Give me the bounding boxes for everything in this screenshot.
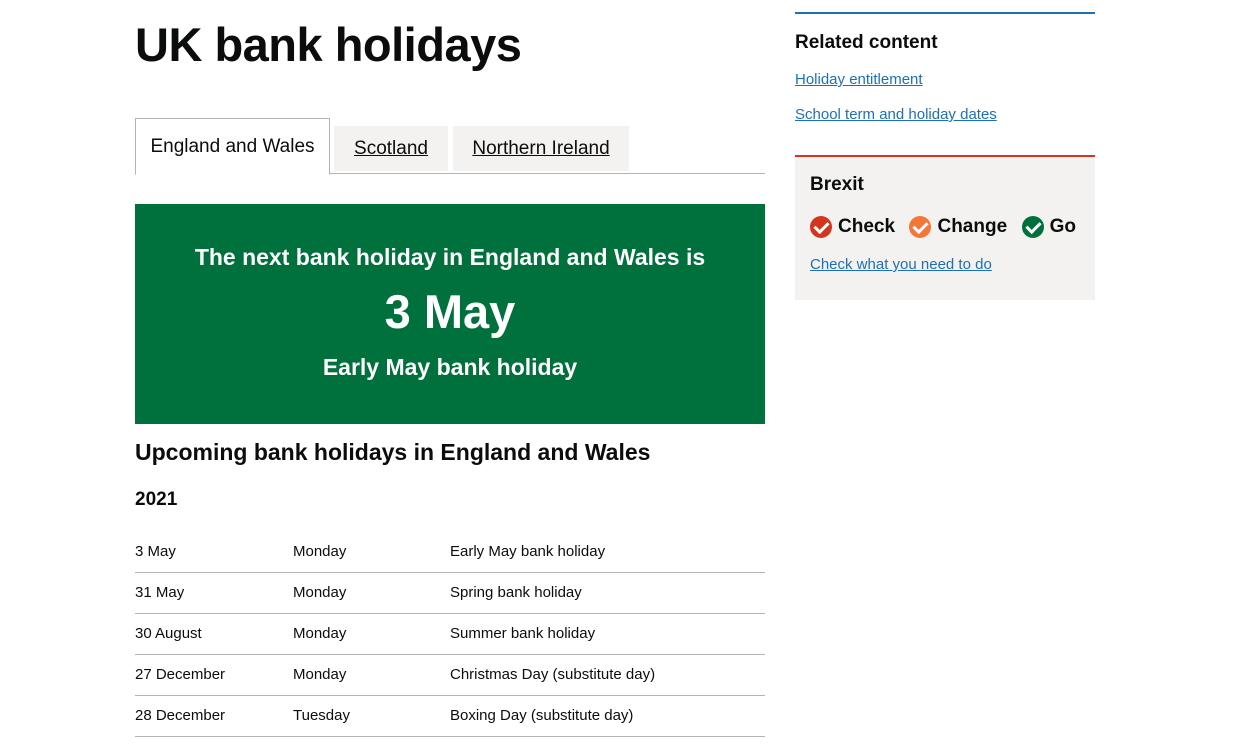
holiday-day: Monday — [293, 625, 347, 642]
slogan-change: Change — [909, 214, 1007, 240]
slogan-word: Change — [937, 216, 1008, 237]
tab-northern-ireland[interactable]: Northern Ireland — [453, 126, 629, 171]
next-holiday-panel: The next bank holiday in England and Wal… — [135, 204, 765, 424]
holiday-name: Spring bank holiday — [450, 584, 582, 601]
next-holiday-name: Early May bank holiday — [322, 354, 578, 380]
holiday-name: Boxing Day (substitute day) — [450, 707, 634, 724]
holiday-table: 3 May Monday Early May bank holiday 31 M… — [135, 532, 765, 737]
table-row: 28 December Tuesday Boxing Day (substitu… — [135, 696, 765, 737]
related-content: Related content Holiday entitlement Scho… — [795, 12, 1095, 142]
related-link-school-term-dates[interactable]: School term and holiday dates — [795, 105, 997, 125]
holiday-date: 28 December — [135, 707, 226, 724]
holiday-name: Early May bank holiday — [450, 543, 606, 560]
brexit-check-link[interactable]: Check what you need to do — [810, 255, 992, 275]
brexit-title: Brexit — [810, 174, 864, 195]
table-row: 30 August Monday Summer bank holiday — [135, 614, 765, 655]
holiday-date: 30 August — [135, 625, 202, 642]
brexit-slogan: Check Change Go — [810, 214, 1086, 240]
table-row: 27 December Monday Christmas Day (substi… — [135, 655, 765, 696]
related-content-title: Related content — [795, 32, 938, 53]
holiday-day: Monday — [293, 543, 347, 560]
change-tick-icon — [909, 216, 932, 238]
slogan-check: Check — [810, 214, 895, 240]
slogan-go: Go — [1021, 214, 1077, 240]
nation-tabs: England and Wales Scotland Northern Irel… — [135, 118, 765, 175]
holiday-day: Tuesday — [293, 707, 350, 724]
upcoming-heading: Upcoming bank holidays in England and Wa… — [135, 439, 651, 465]
slogan-word: Go — [1049, 216, 1077, 237]
table-row: 3 May Monday Early May bank holiday — [135, 532, 765, 573]
tab-scotland[interactable]: Scotland — [334, 126, 448, 171]
holiday-date: 31 May — [135, 584, 185, 601]
tab-england-and-wales[interactable]: England and Wales — [135, 118, 330, 175]
slogan-word: Check — [838, 216, 896, 237]
check-tick-icon — [810, 216, 832, 238]
page-title: UK bank holidays — [135, 18, 522, 71]
go-tick-icon — [1021, 216, 1044, 238]
table-row: 31 May Monday Spring bank holiday — [135, 573, 765, 614]
holiday-date: 27 December — [135, 666, 226, 683]
holiday-day: Monday — [293, 584, 347, 601]
year-heading: 2021 — [135, 489, 178, 510]
holiday-date: 3 May — [135, 543, 176, 560]
next-holiday-intro: The next bank holiday in England and Wal… — [194, 244, 706, 270]
brexit-callout: Brexit Check Change Go Check what you ne… — [795, 155, 1095, 300]
related-link-holiday-entitlement[interactable]: Holiday entitlement — [795, 70, 923, 90]
holiday-day: Monday — [293, 666, 347, 683]
holiday-name: Summer bank holiday — [450, 625, 596, 642]
holiday-name: Christmas Day (substitute day) — [450, 666, 656, 683]
next-holiday-date: 3 May — [384, 285, 516, 338]
